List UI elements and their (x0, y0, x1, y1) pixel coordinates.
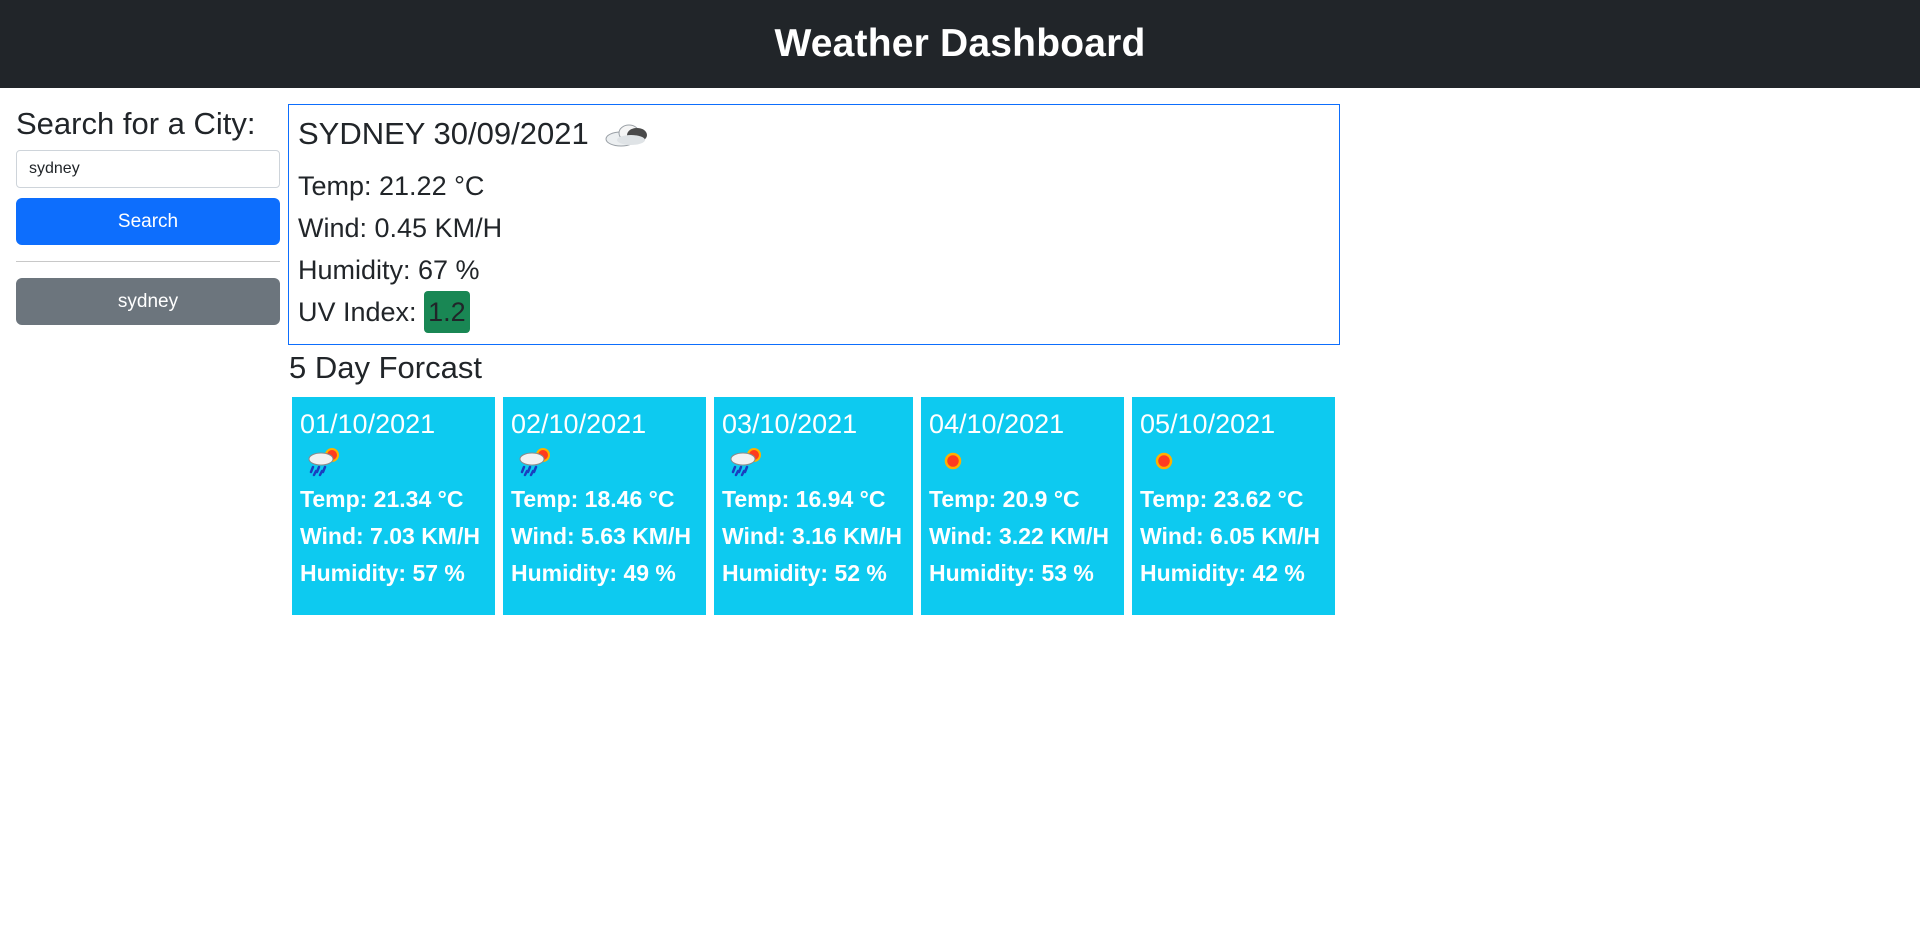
forecast-date: 02/10/2021 (511, 409, 647, 439)
current-weather-panel: SYDNEY 30/09/2021 Temp: 21.22 °C Wind: 0… (288, 104, 1340, 345)
forecast-wind: Wind: 7.03 KM/H (300, 523, 480, 549)
rain-sun-icon (730, 448, 761, 477)
forecast-humidity: Humidity: 52 % (722, 560, 887, 586)
forecast-date: 05/10/2021 (1140, 409, 1276, 439)
forecast-temp: Temp: 18.46 °C (511, 486, 675, 512)
rain-sun-icon (308, 448, 339, 477)
sidebar: Search for a City: Search sydney (16, 106, 280, 325)
forecast-wind: Wind: 3.22 KM/H (929, 523, 1109, 549)
cloud-icon (605, 124, 647, 147)
forecast-humidity: Humidity: 42 % (1140, 560, 1305, 586)
sidebar-divider (16, 261, 280, 262)
forecast-title: 5 Day Forcast (289, 350, 482, 385)
forecast-card: 05/10/2021 Temp: 23.62 °C Wind: 6.05 KM/… (1132, 397, 1335, 615)
search-button[interactable]: Search (16, 198, 280, 245)
forecast-date: 03/10/2021 (722, 409, 858, 439)
forecast-card: 03/10/2021 Temp: 16.94 °C Wind: 3.16 KM/… (714, 397, 913, 615)
forecast-date: 01/10/2021 (300, 409, 436, 439)
forecast-card: 04/10/2021 Temp: 20.9 °C Wind: 3.22 KM/H… (921, 397, 1124, 615)
uv-label: UV Index: (298, 297, 417, 327)
main-layout: Search for a City: Search sydney SYDNEY … (0, 88, 1920, 937)
current-city-date: SYDNEY 30/09/2021 (298, 116, 589, 151)
forecast-card: 01/10/2021 Temp: 21.34 °C Wind: 7.03 KM/… (292, 397, 495, 615)
forecast-wind: Wind: 6.05 KM/H (1140, 523, 1320, 549)
forecast-temp: Temp: 20.9 °C (929, 486, 1080, 512)
current-humidity: Humidity: 67 % (298, 255, 480, 285)
forecast-humidity: Humidity: 53 % (929, 560, 1094, 586)
page-title: Weather Dashboard (774, 22, 1146, 65)
sun-icon (944, 452, 962, 470)
forecast-wind: Wind: 5.63 KM/H (511, 523, 691, 549)
uv-index-badge: 1.2 (424, 291, 470, 333)
search-heading: Search for a City: (16, 106, 256, 141)
top-bar: Weather Dashboard (0, 0, 1920, 88)
forecast-card: 02/10/2021 Temp: 18.46 °C Wind: 5.63 KM/… (503, 397, 706, 615)
forecast-humidity: Humidity: 57 % (300, 560, 465, 586)
forecast-date: 04/10/2021 (929, 409, 1065, 439)
current-temp: Temp: 21.22 °C (298, 171, 485, 201)
current-wind: Wind: 0.45 KM/H (298, 213, 503, 243)
forecast-cards: 01/10/2021 Temp: 21.34 °C Wind: 7.03 KM/… (292, 397, 1335, 615)
forecast-humidity: Humidity: 49 % (511, 560, 676, 586)
sun-icon (1155, 452, 1173, 470)
forecast-temp: Temp: 21.34 °C (300, 486, 464, 512)
rain-sun-icon (519, 448, 550, 477)
city-search-input[interactable] (16, 150, 280, 188)
forecast-temp: Temp: 23.62 °C (1140, 486, 1304, 512)
current-uv-row: UV Index: 1.2 (298, 291, 1330, 333)
forecast-temp: Temp: 16.94 °C (722, 486, 886, 512)
history-city-button[interactable]: sydney (16, 278, 280, 325)
current-weather-header: SYDNEY 30/09/2021 (298, 113, 1330, 155)
forecast-wind: Wind: 3.16 KM/H (722, 523, 902, 549)
